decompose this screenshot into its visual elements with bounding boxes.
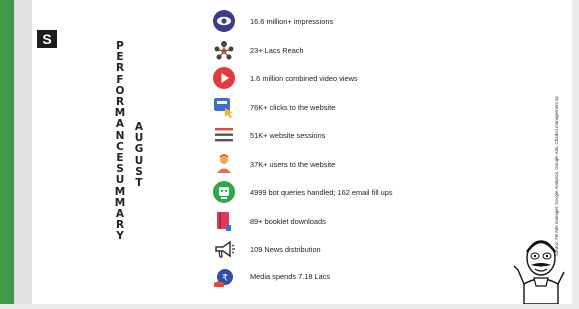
svg-text:₹: ₹ — [222, 274, 228, 284]
metric-item: 109 News distribution — [212, 237, 321, 261]
metric-item: 76K+ clicks to the website — [212, 95, 335, 119]
metric-item: 23+ Lacs Reach — [212, 38, 304, 62]
brand-logo: S — [37, 30, 57, 48]
money-bag-icon: ₹ — [212, 264, 236, 288]
metric-label: 16.6 million+ impressions — [250, 16, 334, 26]
metric-item: 1.6 million combined video views — [212, 66, 358, 90]
metric-item: 4999 bot queries handled; 162 email fill… — [212, 180, 393, 204]
metric-label: 76K+ clicks to the website — [250, 102, 336, 112]
metric-label: Media spends 7.18 Lacs — [250, 271, 331, 281]
slide: S PERFORMANCE SUMMARY AUGUST 16.6 millio… — [32, 0, 572, 305]
metric-item: 16.6 million+ impressions — [212, 9, 333, 33]
metric-label: 37K+ users to the website — [250, 159, 336, 169]
vertical-title: PERFORMANCE SUMMARY — [114, 40, 126, 243]
play-icon — [212, 66, 236, 90]
chatbot-icon — [212, 180, 236, 204]
cartoon-mascot — [510, 218, 572, 305]
metric-label: 89+ booklet downloads — [250, 216, 326, 226]
metric-item: 89+ booklet downloads — [212, 209, 326, 233]
left-grey-margin — [14, 0, 32, 304]
megaphone-icon — [212, 237, 236, 261]
metric-item: 37K+ users to the website — [212, 152, 335, 176]
booklet-icon — [212, 209, 236, 233]
vertical-month: AUGUST — [134, 121, 144, 190]
left-green-border — [0, 0, 14, 304]
metric-label: 4999 bot queries handled; 162 email fill… — [250, 187, 393, 197]
metric-label: 23+ Lacs Reach — [250, 45, 304, 55]
metric-item: 51K+ website sessions — [212, 123, 325, 147]
metric-label: 109 News distribution — [250, 244, 321, 254]
metric-item: ₹ Media spends 7.18 Lacs — [212, 264, 330, 288]
user-icon — [212, 152, 236, 176]
metric-label: 51K+ website sessions — [250, 130, 326, 140]
eye-icon — [212, 9, 236, 33]
click-icon — [212, 95, 236, 119]
people-network-icon — [212, 38, 236, 62]
menu-lines-icon — [212, 123, 236, 147]
metric-label: 1.6 million combined video views — [250, 73, 358, 83]
